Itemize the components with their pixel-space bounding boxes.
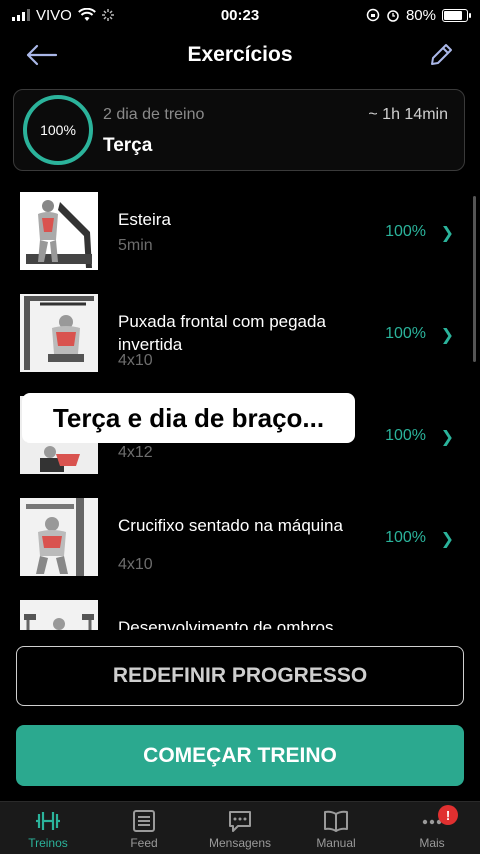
chevron-right-icon: ❯ bbox=[440, 225, 454, 242]
header: Exercícios bbox=[0, 30, 480, 80]
exercise-thumbnail bbox=[20, 498, 98, 576]
feed-icon bbox=[133, 810, 155, 832]
workout-day-label: 2 dia de treino bbox=[103, 106, 205, 123]
exercise-thumbnail bbox=[20, 600, 98, 630]
exercise-detail: 4x12 bbox=[118, 444, 153, 461]
exercise-detail: 4x10 bbox=[118, 556, 153, 573]
tab-mais[interactable]: Mais ! bbox=[384, 802, 480, 854]
status-time: 00:23 bbox=[220, 6, 260, 24]
notification-badge: ! bbox=[438, 805, 458, 825]
start-workout-label: COMEÇAR TREINO bbox=[143, 743, 337, 767]
tab-manual[interactable]: Manual bbox=[288, 802, 384, 854]
chevron-right-icon: ❯ bbox=[440, 327, 454, 344]
loading-icon bbox=[101, 9, 114, 21]
exercise-item[interactable]: Esteira 5min 100% ❯ bbox=[0, 180, 480, 282]
exercise-progress: 100% bbox=[385, 529, 426, 546]
alarm-icon bbox=[387, 10, 399, 22]
tab-treinos[interactable]: Treinos bbox=[0, 802, 96, 854]
battery-icon bbox=[442, 8, 471, 22]
exercise-detail: 4x10 bbox=[118, 352, 153, 369]
exercise-thumbnail bbox=[20, 294, 98, 372]
edit-button[interactable] bbox=[426, 40, 456, 70]
battery-percent: 80% bbox=[405, 6, 436, 24]
scrollbar[interactable] bbox=[473, 196, 476, 362]
back-button[interactable] bbox=[24, 42, 60, 68]
workout-duration: ~ 1h 14min bbox=[368, 106, 448, 123]
status-right: 80% bbox=[366, 6, 471, 24]
start-workout-button[interactable]: COMEÇAR TREINO bbox=[16, 725, 464, 786]
workout-day-name: Terça bbox=[103, 135, 153, 156]
exercise-name: Desenvolvimento de ombros bbox=[118, 618, 334, 630]
rotation-lock-icon bbox=[366, 8, 380, 22]
exercise-progress: 100% bbox=[385, 427, 426, 444]
tab-label: Manual bbox=[316, 836, 356, 850]
exercise-name: Crucifixo sentado na máquina bbox=[118, 516, 343, 535]
tab-label: Mensagens bbox=[208, 836, 272, 850]
exercise-detail: 5min bbox=[118, 237, 153, 254]
progress-ring: 100% bbox=[23, 95, 93, 165]
reset-progress-label: REDEFINIR PROGRESSO bbox=[112, 664, 368, 687]
tab-mensagens[interactable]: Mensagens bbox=[192, 802, 288, 854]
workout-summary-card[interactable]: 100% 2 dia de treino Terça ~ 1h 14min bbox=[13, 89, 465, 171]
chevron-right-icon: ❯ bbox=[440, 429, 454, 446]
chevron-right-icon: ❯ bbox=[440, 531, 454, 548]
page-title: Exercícios bbox=[187, 43, 293, 66]
signal-icon bbox=[12, 9, 30, 21]
exercise-item[interactable]: Puxada frontal com pegada invertida 4x10… bbox=[0, 282, 480, 384]
wifi-icon bbox=[77, 8, 96, 21]
exercise-progress: 100% bbox=[385, 325, 426, 342]
reset-progress-button[interactable]: REDEFINIR PROGRESSO bbox=[16, 646, 464, 706]
book-icon bbox=[324, 810, 348, 832]
status-left: VIVO bbox=[12, 7, 114, 24]
carrier-name: VIVO bbox=[36, 6, 72, 24]
dumbbell-icon bbox=[36, 812, 60, 830]
story-text-overlay: Terça e dia de braço... bbox=[22, 393, 355, 443]
exercise-progress: 100% bbox=[385, 223, 426, 240]
progress-ring-label: 100% bbox=[40, 122, 76, 138]
tab-feed[interactable]: Feed bbox=[96, 802, 192, 854]
exercise-thumbnail bbox=[20, 192, 98, 270]
tab-bar: Treinos Feed Mensagens Manual Mais ! bbox=[0, 801, 480, 854]
tab-label: Feed bbox=[130, 836, 158, 850]
exercise-item[interactable]: Desenvolvimento de ombros bbox=[0, 588, 480, 630]
chat-icon bbox=[229, 811, 251, 832]
tab-label: Mais bbox=[419, 836, 445, 850]
exercise-name: Puxada frontal com pegada invertida bbox=[118, 312, 326, 354]
status-bar: VIVO 00:23 80% bbox=[0, 0, 480, 30]
tab-label: Treinos bbox=[28, 836, 68, 850]
exercise-item[interactable]: Crucifixo sentado na máquina 4x10 100% ❯ bbox=[0, 486, 480, 588]
overlay-text: Terça e dia de braço... bbox=[52, 402, 325, 433]
exercise-name: Esteira bbox=[118, 210, 171, 229]
